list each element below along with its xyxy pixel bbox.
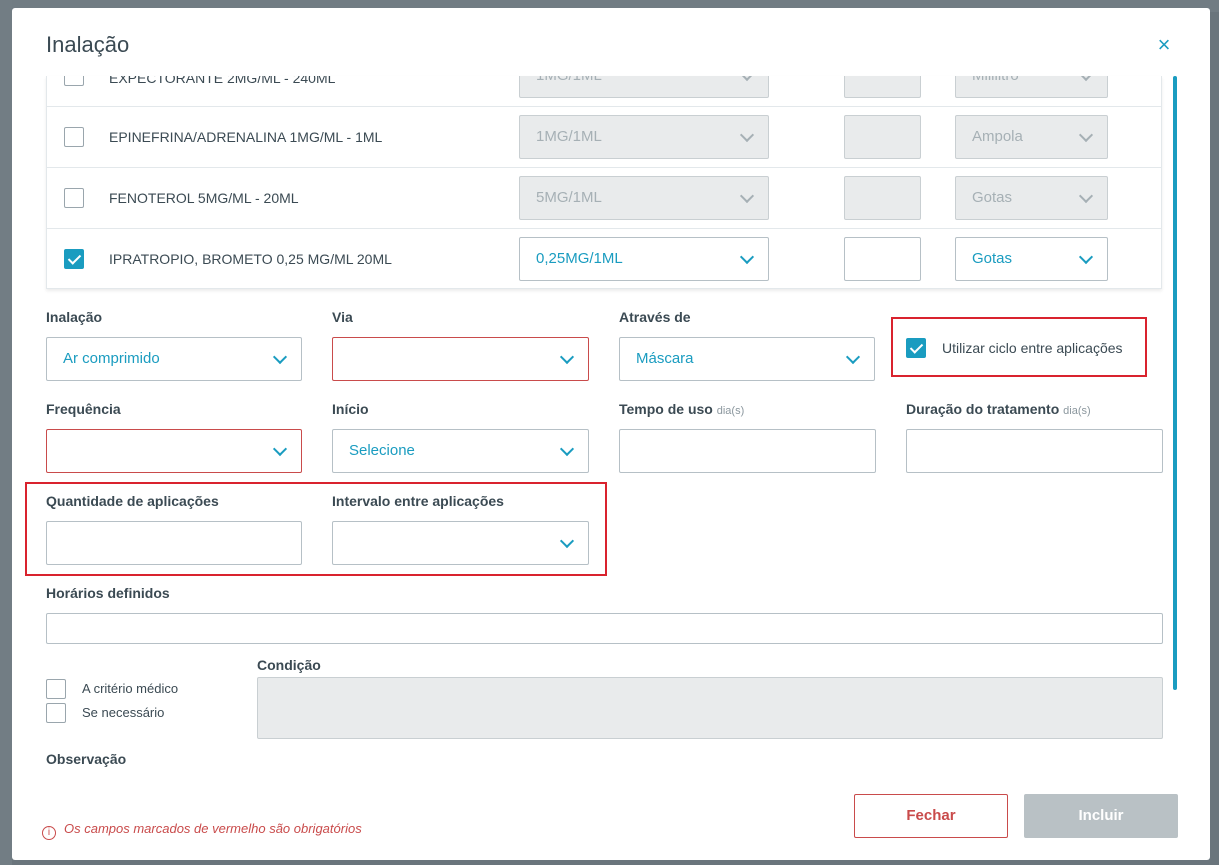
- medication-name: EXPECTORANTE 2MG/ML - 240ML: [109, 76, 336, 86]
- dose-value: 1MG/1ML: [536, 76, 602, 84]
- chevron-down-icon: [272, 349, 288, 365]
- chevron-down-icon: [559, 441, 575, 457]
- intervalo-aplicacoes-label: Intervalo entre aplicações: [332, 493, 504, 509]
- criterio-medico-label: A critério médico: [82, 681, 179, 696]
- medication-checkbox[interactable]: [64, 127, 84, 147]
- duracao-label-text: Duração do tratamento: [906, 401, 1060, 417]
- frequencia-label: Frequência: [46, 401, 121, 417]
- chevron-down-icon: [1078, 127, 1094, 143]
- modal-scrollbar[interactable]: [1173, 76, 1177, 690]
- tempo-uso-label: Tempo de uso dia(s): [619, 401, 744, 417]
- atraves-select[interactable]: Máscara: [619, 337, 875, 381]
- info-icon: i: [42, 826, 56, 840]
- inicio-label: Início: [332, 401, 369, 417]
- dose-value: 0,25MG/1ML: [536, 250, 623, 267]
- medication-name: FENOTEROL 5MG/ML - 20ML: [109, 190, 299, 206]
- unit-value: Ampola: [972, 128, 1023, 145]
- inicio-select[interactable]: Selecione: [332, 429, 589, 473]
- medication-row: IPRATROPIO, BROMETO 0,25 MG/ML 20ML 0,25…: [47, 229, 1161, 288]
- ciclo-checkbox[interactable]: [906, 338, 926, 358]
- ciclo-label: Utilizar ciclo entre aplicações: [942, 340, 1123, 356]
- observacao-label: Observação: [46, 751, 127, 767]
- intervalo-aplicacoes-select[interactable]: [332, 521, 589, 565]
- chevron-down-icon: [739, 249, 755, 265]
- unit-select[interactable]: Gotas: [955, 176, 1108, 220]
- medication-name: EPINEFRINA/ADRENALINA 1MG/ML - 1ML: [109, 129, 383, 145]
- quantity-input[interactable]: [844, 237, 921, 281]
- quantity-input[interactable]: [844, 176, 921, 220]
- se-necessario-label: Se necessário: [82, 705, 165, 720]
- frequencia-select[interactable]: [46, 429, 302, 473]
- chevron-down-icon: [739, 188, 755, 204]
- condicao-textarea[interactable]: [257, 677, 1163, 739]
- medication-row: FENOTEROL 5MG/ML - 20ML 5MG/1ML Gotas: [47, 168, 1161, 229]
- atraves-value: Máscara: [636, 350, 694, 367]
- fechar-button[interactable]: Fechar: [854, 794, 1008, 838]
- background-sidebar: [0, 0, 12, 865]
- se-necessario-checkbox[interactable]: [46, 703, 66, 723]
- chevron-down-icon: [845, 349, 861, 365]
- required-fields-text: Os campos marcados de vermelho são obrig…: [64, 821, 362, 836]
- dose-select[interactable]: 5MG/1ML: [519, 176, 769, 220]
- chevron-down-icon: [739, 127, 755, 143]
- medication-table: EXPECTORANTE 2MG/ML - 240ML 1MG/1ML Mili…: [46, 76, 1162, 289]
- unit-select[interactable]: Ampola: [955, 115, 1108, 159]
- quantity-input[interactable]: [844, 115, 921, 159]
- quantidade-aplicacoes-label: Quantidade de aplicações: [46, 493, 219, 509]
- required-fields-note: i Os campos marcados de vermelho são obri…: [42, 821, 362, 840]
- horarios-label: Horários definidos: [46, 585, 170, 601]
- chevron-down-icon: [739, 76, 755, 82]
- chevron-down-icon: [1078, 76, 1094, 82]
- unit-value: Gotas: [972, 189, 1013, 206]
- modal-title: Inalação: [46, 32, 130, 57]
- unit-select[interactable]: Gotas: [955, 237, 1108, 281]
- horarios-input[interactable]: [46, 613, 1163, 644]
- duracao-unit: dia(s): [1063, 405, 1091, 417]
- via-label: Via: [332, 309, 353, 325]
- via-select[interactable]: [332, 337, 589, 381]
- medication-checkbox[interactable]: [64, 249, 84, 269]
- medication-checkbox[interactable]: [64, 188, 84, 208]
- medication-name: IPRATROPIO, BROMETO 0,25 MG/ML 20ML: [109, 251, 392, 267]
- inalacao-value: Ar comprimido: [63, 350, 160, 367]
- quantity-input[interactable]: [844, 76, 921, 98]
- chevron-down-icon: [559, 349, 575, 365]
- medication-row: EPINEFRINA/ADRENALINA 1MG/ML - 1ML 1MG/1…: [47, 107, 1161, 168]
- dose-select[interactable]: 0,25MG/1ML: [519, 237, 769, 281]
- condicao-label: Condição: [257, 657, 321, 673]
- duracao-label: Duração do tratamento dia(s): [906, 401, 1091, 417]
- tempo-uso-unit: dia(s): [716, 405, 745, 417]
- quantidade-aplicacoes-input[interactable]: [46, 521, 302, 565]
- medication-checkbox[interactable]: [64, 76, 84, 86]
- atraves-label: Através de: [619, 309, 691, 325]
- criterio-medico-checkbox[interactable]: [46, 679, 66, 699]
- unit-select[interactable]: Mililitro: [955, 76, 1108, 98]
- close-icon[interactable]: ×: [1152, 34, 1176, 58]
- inalacao-label: Inalação: [46, 309, 103, 325]
- chevron-down-icon: [1078, 188, 1094, 204]
- unit-value: Mililitro: [972, 76, 1019, 84]
- dose-value: 5MG/1ML: [536, 189, 602, 206]
- scrollbar-thumb[interactable]: [1173, 76, 1177, 690]
- tempo-uso-input[interactable]: [619, 429, 876, 473]
- dose-value: 1MG/1ML: [536, 128, 602, 145]
- dose-select[interactable]: 1MG/1ML: [519, 76, 769, 98]
- chevron-down-icon: [1078, 249, 1094, 265]
- chevron-down-icon: [559, 533, 575, 549]
- incluir-button[interactable]: Incluir: [1024, 794, 1178, 838]
- duracao-input[interactable]: [906, 429, 1163, 473]
- inicio-value: Selecione: [349, 442, 415, 459]
- inhalation-modal: Inalação × EXPECTORANTE 2MG/ML - 240ML 1…: [12, 8, 1210, 860]
- dose-select[interactable]: 1MG/1ML: [519, 115, 769, 159]
- medication-row: EXPECTORANTE 2MG/ML - 240ML 1MG/1ML Mili…: [47, 76, 1161, 107]
- tempo-uso-label-text: Tempo de uso: [619, 401, 713, 417]
- inalacao-select[interactable]: Ar comprimido: [46, 337, 302, 381]
- unit-value: Gotas: [972, 250, 1013, 267]
- chevron-down-icon: [272, 441, 288, 457]
